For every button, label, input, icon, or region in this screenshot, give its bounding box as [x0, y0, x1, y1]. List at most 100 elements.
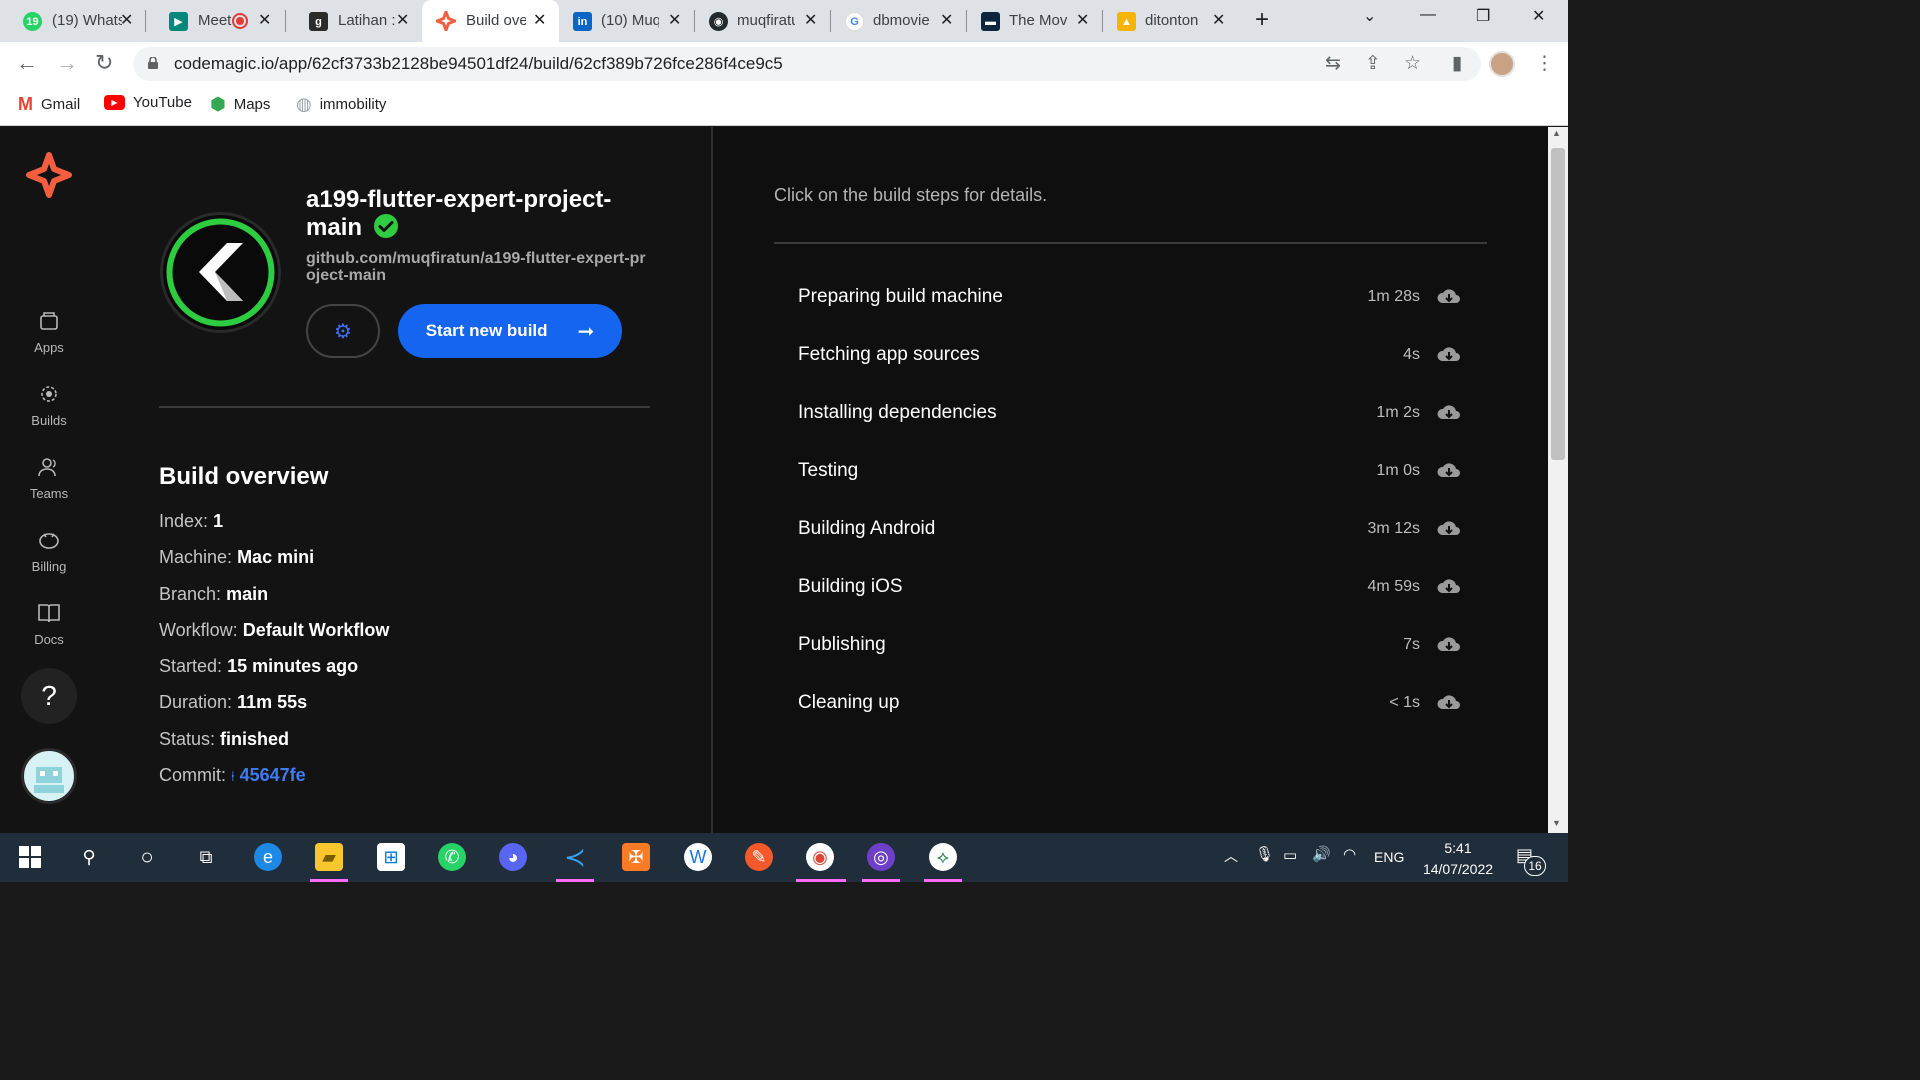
- build-step[interactable]: Building Android 3m 12s: [798, 510, 1466, 550]
- tab-the-movie[interactable]: ▬ The Movie ✕: [967, 0, 1103, 42]
- discord-icon[interactable]: ◕: [499, 843, 527, 871]
- start-new-build-button[interactable]: Start new build ➞: [398, 304, 622, 358]
- scroll-down-icon[interactable]: ▼: [1552, 818, 1561, 828]
- new-tab-button[interactable]: +: [1255, 6, 1269, 34]
- edge-icon[interactable]: e: [254, 843, 282, 871]
- forward-icon[interactable]: →: [56, 50, 78, 76]
- overview-label: Status:: [159, 729, 216, 749]
- wifi-icon[interactable]: ◠: [1343, 845, 1356, 863]
- check-circle-icon: [373, 213, 399, 245]
- close-icon[interactable]: ✕: [940, 10, 953, 30]
- build-step[interactable]: Installing dependencies 1m 2s: [798, 394, 1466, 434]
- close-icon[interactable]: ✕: [668, 10, 681, 30]
- download-icon[interactable]: [1436, 286, 1462, 308]
- help-button[interactable]: ?: [21, 668, 77, 724]
- whatsapp-app-icon[interactable]: ✆: [438, 843, 466, 871]
- commit-link[interactable]: 45647fe: [240, 765, 306, 785]
- tab-search-icon[interactable]: ⌄: [1363, 6, 1376, 26]
- word-app-icon[interactable]: W: [684, 843, 712, 871]
- translate-icon[interactable]: ⇆: [1325, 52, 1341, 75]
- battery-icon[interactable]: ▭: [1283, 846, 1297, 864]
- vscode-icon[interactable]: ≺: [561, 842, 589, 872]
- sidebar-item-apps[interactable]: Apps: [0, 308, 98, 355]
- cortana-icon[interactable]: ○: [133, 843, 161, 871]
- profile-avatar[interactable]: [1489, 51, 1515, 77]
- store-icon[interactable]: ⊞: [377, 843, 405, 871]
- tab-build-overview[interactable]: Build overview ✕: [422, 0, 559, 42]
- build-step[interactable]: Cleaning up < 1s: [798, 684, 1466, 724]
- back-icon[interactable]: ←: [16, 50, 38, 76]
- close-icon[interactable]: ✕: [1212, 10, 1225, 30]
- tab-github[interactable]: ◉ muqfiratun ✕: [695, 0, 831, 42]
- xampp-icon[interactable]: ✠: [622, 843, 650, 871]
- chrome-icon[interactable]: ◉: [806, 843, 834, 871]
- reload-icon[interactable]: ↻: [95, 50, 113, 76]
- share-icon[interactable]: ⇪: [1365, 52, 1381, 75]
- star-icon[interactable]: ☆: [1404, 52, 1421, 75]
- minimize-icon[interactable]: —: [1420, 6, 1436, 24]
- sidebar-item-builds[interactable]: Builds: [0, 381, 98, 428]
- microphone-icon[interactable]: 🎙: [1255, 845, 1274, 863]
- task-view-icon[interactable]: ⧉: [192, 843, 220, 871]
- sidebar-item-billing[interactable]: Billing: [0, 527, 98, 574]
- scrollbar-thumb[interactable]: [1551, 148, 1565, 460]
- volume-icon[interactable]: 🔊: [1312, 845, 1331, 863]
- overview-value: main: [226, 584, 269, 604]
- build-step[interactable]: Testing 1m 0s: [798, 452, 1466, 492]
- tab-latihan[interactable]: g Latihan : ✕: [286, 0, 422, 42]
- download-icon[interactable]: [1436, 692, 1462, 714]
- close-icon[interactable]: ✕: [258, 10, 271, 30]
- url-text[interactable]: codemagic.io/app/62cf3733b2128be94501df2…: [174, 54, 783, 74]
- tmdb-icon: ▬: [981, 12, 1000, 31]
- bookmark-youtube[interactable]: ▶ YouTube: [104, 94, 192, 111]
- language-indicator[interactable]: ENG: [1374, 849, 1404, 865]
- scroll-up-icon[interactable]: ▲: [1552, 128, 1561, 138]
- download-icon[interactable]: [1436, 634, 1462, 656]
- build-step[interactable]: Preparing build machine 1m 28s: [798, 278, 1466, 318]
- drive-icon: ▲: [1117, 12, 1136, 31]
- repository-link[interactable]: github.com/muqfiratun/a199-flutter-exper…: [306, 250, 651, 284]
- bookmark-label: Maps: [233, 96, 271, 113]
- download-icon[interactable]: [1436, 344, 1462, 366]
- bookmark-immobility[interactable]: ◍ immobility: [296, 94, 386, 115]
- close-icon[interactable]: ✕: [120, 10, 133, 30]
- search-icon[interactable]: ⚲: [75, 843, 103, 871]
- download-icon[interactable]: [1436, 402, 1462, 424]
- download-icon[interactable]: [1436, 518, 1462, 540]
- file-explorer-icon[interactable]: ▰: [315, 843, 343, 871]
- bookmark-gmail[interactable]: M Gmail: [18, 94, 80, 115]
- build-step[interactable]: Publishing 7s: [798, 626, 1466, 666]
- close-icon[interactable]: ✕: [1076, 10, 1089, 30]
- sidebar-item-docs[interactable]: Docs: [0, 600, 98, 647]
- download-icon[interactable]: [1436, 576, 1462, 598]
- tab-ditonton[interactable]: ▲ ditonton ✕: [1103, 0, 1239, 42]
- tab-meet[interactable]: ▶ Meet ✕: [146, 0, 286, 42]
- close-icon[interactable]: ✕: [396, 10, 409, 30]
- close-window-icon[interactable]: ✕: [1532, 6, 1545, 26]
- windows-start-icon[interactable]: [16, 843, 44, 871]
- postman-icon[interactable]: ✎: [745, 843, 773, 871]
- github-desktop-icon[interactable]: ◎: [867, 843, 895, 871]
- close-icon[interactable]: ✕: [533, 10, 546, 30]
- close-icon[interactable]: ✕: [804, 10, 817, 30]
- build-step[interactable]: Building iOS 4m 59s: [798, 568, 1466, 608]
- build-step[interactable]: Fetching app sources 4s: [798, 336, 1466, 376]
- user-avatar[interactable]: [21, 748, 77, 804]
- youtube-icon: ▶: [104, 95, 125, 110]
- bookmark-maps[interactable]: ⬢ Maps: [210, 94, 270, 115]
- tray-chevron-icon[interactable]: ︿: [1224, 846, 1238, 866]
- download-icon[interactable]: [1436, 460, 1462, 482]
- menu-icon[interactable]: ⋮: [1535, 52, 1554, 75]
- codemagic-logo[interactable]: [26, 152, 72, 203]
- settings-button[interactable]: ⚙: [306, 304, 380, 358]
- system-clock[interactable]: 5:41 14/07/2022: [1418, 838, 1498, 880]
- side-panel-icon[interactable]: ▮: [1452, 52, 1462, 75]
- tab-dbmovie[interactable]: G dbmovie ✕: [831, 0, 967, 42]
- sidebar-item-teams[interactable]: Teams: [0, 454, 98, 501]
- app-icon[interactable]: ⟡: [929, 843, 957, 871]
- restore-icon[interactable]: ❐: [1476, 6, 1490, 26]
- tab-label: ditonton: [1145, 12, 1199, 29]
- lock-icon: [148, 57, 158, 69]
- tab-linkedin[interactable]: in (10) Muqfiratun ✕: [559, 0, 695, 42]
- tab-whatsapp[interactable]: 19 (19) WhatsApp ✕: [0, 0, 146, 42]
